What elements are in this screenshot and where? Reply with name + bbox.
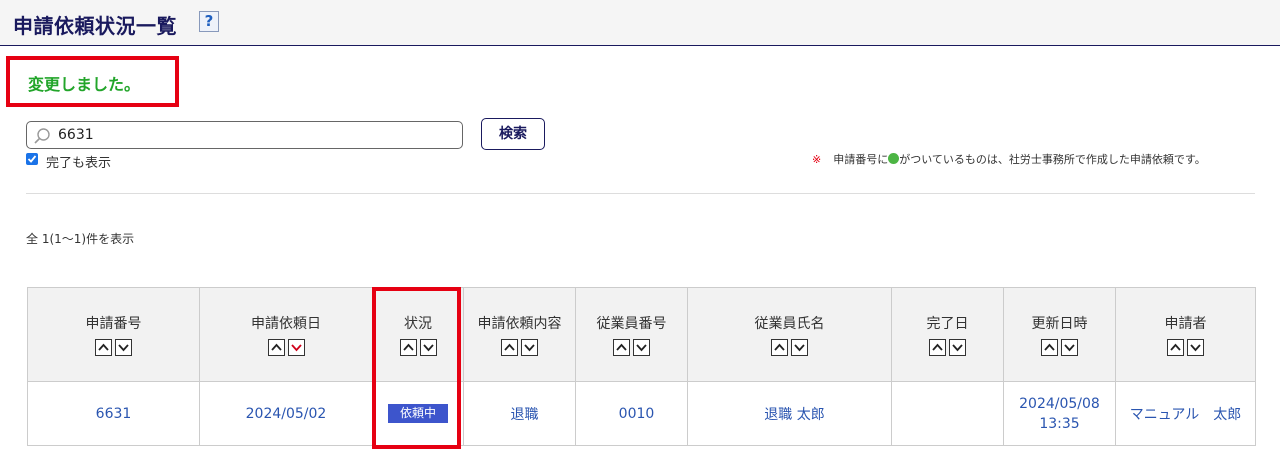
table-header-row: 申請番号 申請依頼日 状況 申請依頼内容 従業員番号 従業員氏名 完了日 更新日…: [27, 287, 1256, 382]
request-date-link[interactable]: 2024/05/02: [199, 381, 373, 446]
sort-controls: [896, 339, 999, 356]
sort-asc-icon[interactable]: [399, 339, 417, 356]
request-id-link[interactable]: 6631: [27, 381, 200, 446]
green-dot-icon: [888, 153, 900, 164]
column-header-label: 完了日: [926, 316, 969, 332]
status-cell: 依頼中: [372, 381, 464, 446]
column-header-label: 従業員氏名: [754, 316, 825, 332]
content-link[interactable]: 退職: [463, 381, 576, 446]
sort-controls: [32, 339, 195, 356]
note-text: ※ 申請番号に がついているものは、社労士事務所で作成した申請依頼です。: [812, 151, 1206, 167]
success-message-highlight: 変更しました。: [6, 56, 179, 107]
column-header-label: 申請依頼日: [251, 316, 321, 332]
column-header-label: 状況: [404, 316, 432, 332]
check-icon: [27, 155, 37, 163]
divider: [26, 193, 1255, 194]
sort-desc-icon[interactable]: [419, 339, 437, 356]
sort-asc-icon[interactable]: [613, 339, 630, 356]
status-badge: 依頼中: [387, 404, 448, 423]
search-icon: [34, 128, 50, 144]
column-header-request-date: 申請依頼日: [199, 287, 373, 382]
help-icon[interactable]: ?: [199, 11, 219, 32]
column-header-completed: 完了日: [891, 287, 1004, 382]
show-completed-checkbox[interactable]: [26, 153, 38, 165]
sort-desc-icon[interactable]: [791, 339, 808, 356]
sort-desc-icon[interactable]: [115, 339, 132, 356]
sort-asc-icon[interactable]: [501, 339, 518, 356]
sort-controls: [580, 339, 683, 356]
sort-asc-icon[interactable]: [929, 339, 946, 356]
column-header-label: 従業員番号: [596, 316, 667, 332]
sort-asc-icon[interactable]: [771, 339, 788, 356]
note-before: 申請番号に: [833, 153, 889, 166]
column-header-id: 申請番号: [27, 287, 200, 382]
page-header: 申請依頼状況一覧 ?: [0, 0, 1280, 46]
column-header-status: 状況: [372, 287, 464, 382]
sort-desc-icon-active[interactable]: [287, 339, 305, 356]
column-header-employee-name: 従業員氏名: [687, 287, 892, 382]
search-field[interactable]: [26, 121, 463, 149]
sort-asc-icon[interactable]: [1167, 339, 1184, 356]
requester-link[interactable]: マニュアル 太郎: [1115, 381, 1256, 446]
sort-controls: [1008, 339, 1111, 356]
page-title: 申請依頼状況一覧: [13, 14, 177, 38]
sort-desc-icon[interactable]: [633, 339, 650, 356]
search-button[interactable]: 検索: [481, 118, 545, 150]
sort-controls: [377, 339, 459, 356]
table-row: 6631 2024/05/02 依頼中 退職 0010 退職 太郎 2024/0…: [27, 381, 1256, 446]
sort-controls: [204, 339, 368, 356]
employee-no-link[interactable]: 0010: [575, 381, 688, 446]
search-input[interactable]: [58, 127, 438, 143]
updated-time: 13:35: [1039, 415, 1080, 432]
result-count: 全 1(1～1)件を表示: [26, 232, 135, 246]
column-header-updated: 更新日時: [1003, 287, 1116, 382]
column-header-label: 申請番号: [85, 316, 142, 332]
column-header-label: 申請者: [1164, 316, 1207, 332]
success-message: 変更しました。: [28, 75, 141, 94]
sort-asc-icon[interactable]: [95, 339, 112, 356]
column-header-label: 申請依頼内容: [477, 316, 562, 332]
sort-controls: [692, 339, 887, 356]
column-header-content: 申請依頼内容: [463, 287, 576, 382]
show-completed-label[interactable]: 完了も表示: [46, 152, 111, 171]
sort-desc-icon[interactable]: [1061, 339, 1078, 356]
sort-desc-icon[interactable]: [1187, 339, 1204, 356]
note-mark: ※: [812, 153, 822, 166]
sort-desc-icon[interactable]: [949, 339, 966, 356]
note-after: がついているものは、社労士事務所で作成した申請依頼です。: [899, 153, 1206, 166]
sort-asc-icon[interactable]: [267, 339, 285, 356]
sort-desc-icon[interactable]: [521, 339, 538, 356]
sort-controls: [1120, 339, 1251, 356]
sort-controls: [468, 339, 571, 356]
column-header-label: 更新日時: [1031, 316, 1088, 332]
updated-date: 2024/05/08: [1019, 395, 1100, 412]
request-table: 申請番号 申請依頼日 状況 申請依頼内容 従業員番号 従業員氏名 完了日 更新日…: [27, 287, 1256, 446]
employee-name-link[interactable]: 退職 太郎: [687, 381, 892, 446]
column-header-employee-no: 従業員番号: [575, 287, 688, 382]
sort-asc-icon[interactable]: [1041, 339, 1058, 356]
completed-date: [891, 381, 1004, 446]
column-header-requester: 申請者: [1115, 287, 1256, 382]
updated-datetime: 2024/05/08 13:35: [1003, 381, 1116, 446]
